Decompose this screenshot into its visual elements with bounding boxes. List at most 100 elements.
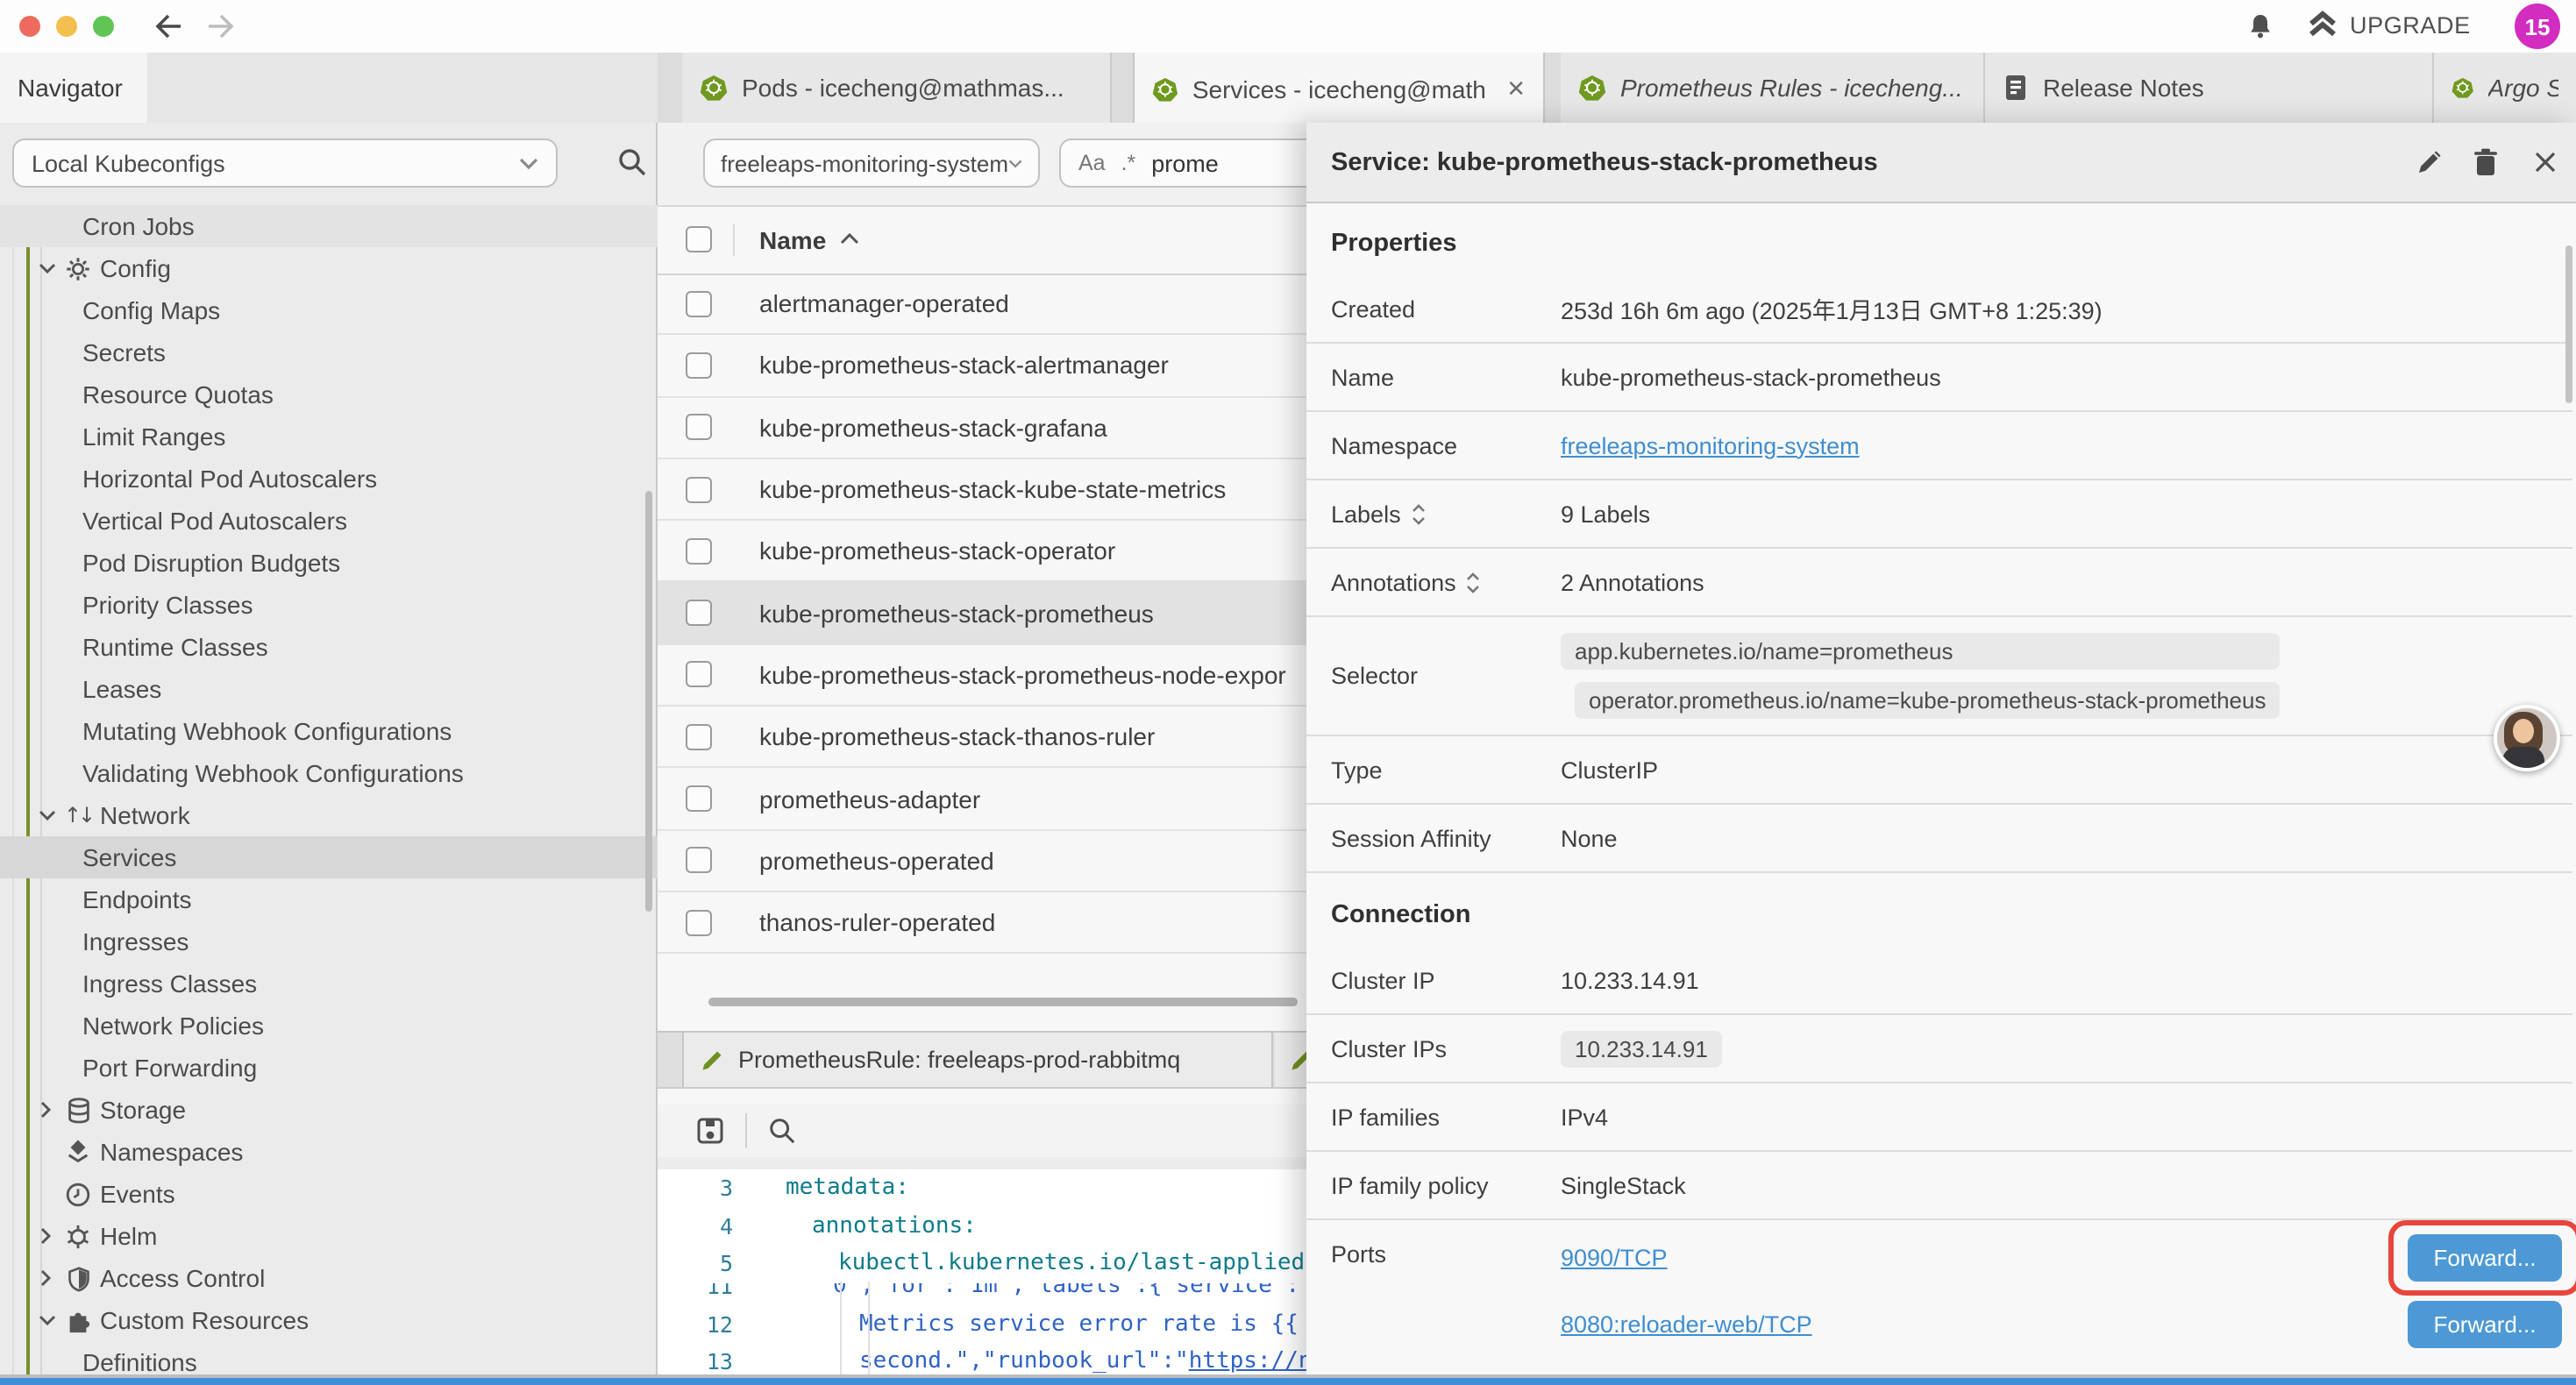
expander-updown-icon[interactable]: [1412, 502, 1426, 525]
row-checkbox[interactable]: [686, 848, 712, 874]
row-checkbox[interactable]: [686, 414, 712, 440]
tab-pods-label: Pods - icecheng@mathmas...: [742, 74, 1064, 102]
search-input-value: prome: [1151, 150, 1219, 176]
edit-pencil-icon[interactable]: [2415, 147, 2444, 177]
zoom-window-button[interactable]: [93, 16, 114, 37]
forward-button[interactable]: Forward...: [2408, 1301, 2562, 1348]
row-checkbox[interactable]: [686, 662, 712, 688]
sidebar-scrollbar[interactable]: [645, 491, 652, 912]
row-checkbox[interactable]: [686, 785, 712, 812]
sidebar-item-endpoints[interactable]: Endpoints: [0, 879, 658, 921]
name-column-header[interactable]: Name: [759, 225, 826, 253]
tab-argo[interactable]: Argo Se: [2434, 53, 2576, 123]
ip-family-policy-value: SingleStack: [1561, 1172, 1686, 1198]
forward-arrow-icon[interactable]: [205, 12, 237, 40]
kubeconfig-selector[interactable]: Local Kubeconfigs: [12, 138, 558, 188]
sidebar-item-access-control[interactable]: Access Control: [0, 1258, 658, 1300]
labels-value[interactable]: 9 Labels: [1561, 501, 1650, 527]
namespace-selector[interactable]: freeleaps-monitoring-system: [703, 138, 1040, 188]
notifications-bell-icon[interactable]: [2246, 12, 2274, 40]
document-icon: [2003, 74, 2029, 102]
sidebar-item-events[interactable]: Events: [0, 1174, 658, 1216]
sort-ascending-icon[interactable]: [840, 233, 859, 245]
tab-navigator[interactable]: Navigator: [0, 53, 147, 123]
upgrade-chevrons-icon: [2308, 11, 2338, 39]
close-icon[interactable]: [2530, 147, 2560, 177]
row-checkbox[interactable]: [686, 352, 712, 379]
sidebar-item-priority-classes[interactable]: Priority Classes: [0, 584, 658, 626]
regex-icon[interactable]: .*: [1121, 151, 1136, 175]
upgrade-button[interactable]: UPGRADE: [2308, 11, 2471, 39]
sidebar-item-secrets[interactable]: Secrets: [0, 331, 658, 373]
match-case-icon[interactable]: Aa: [1078, 151, 1106, 175]
minimize-window-button[interactable]: [56, 16, 77, 37]
tab-strip: Navigator Pods - icecheng@mathmas...: [0, 53, 2576, 124]
save-icon[interactable]: [696, 1117, 724, 1145]
sidebar-item-horizontal-pod-autoscalers[interactable]: Horizontal Pod Autoscalers: [0, 458, 658, 500]
sidebar-item-config-maps[interactable]: Config Maps: [0, 289, 658, 331]
name-label: Name: [1306, 364, 1561, 390]
sidebar-item-custom-resources[interactable]: Custom Resources: [0, 1300, 658, 1342]
sidebar-item-resource-quotas[interactable]: Resource Quotas: [0, 373, 658, 416]
cluster-ips-chip: 10.233.14.91: [1561, 1030, 1722, 1067]
port-link[interactable]: 8080:reloader-web/TCP: [1561, 1311, 1812, 1338]
sidebar-item-ingresses[interactable]: Ingresses: [0, 921, 658, 963]
service-detail-panel: Service: kube-prometheus-stack-prometheu…: [1306, 123, 2576, 1385]
port-link[interactable]: 9090/TCP: [1561, 1245, 1668, 1271]
tab-pods[interactable]: Pods - icecheng@mathmas...: [682, 53, 1112, 123]
close-icon[interactable]: ✕: [1506, 75, 1526, 103]
row-checkbox[interactable]: [686, 600, 712, 626]
chevron-right-icon: [35, 1225, 58, 1248]
tab-prometheus-rules[interactable]: Prometheus Rules - icecheng...: [1561, 53, 1985, 123]
sidebar-item-pod-disruption-budgets[interactable]: Pod Disruption Budgets: [0, 542, 658, 584]
name-value: kube-prometheus-stack-prometheus: [1561, 364, 1941, 390]
forward-button[interactable]: Forward...: [2408, 1234, 2562, 1282]
detail-scrollbar[interactable]: [2565, 245, 2572, 403]
detail-row-namespace: Namespace freeleaps-monitoring-system: [1306, 412, 2572, 480]
notification-count-badge[interactable]: 15: [2515, 4, 2560, 49]
annotations-value[interactable]: 2 Annotations: [1561, 569, 1704, 595]
trash-icon[interactable]: [2471, 147, 2501, 177]
editor-tab-prometheusrule[interactable]: PrometheusRule: freeleaps-prod-rabbitmq: [682, 1033, 1273, 1087]
avatar-body: [2502, 747, 2544, 768]
row-checkbox[interactable]: [686, 909, 712, 935]
sidebar-item-helm[interactable]: Helm: [0, 1216, 658, 1258]
search-icon[interactable]: [617, 147, 647, 177]
tab-release-notes[interactable]: Release Notes: [1985, 53, 2434, 123]
tab-services[interactable]: Services - icecheng@math... ✕: [1133, 53, 1545, 124]
namespace-label: Namespace: [1306, 432, 1561, 458]
horizontal-scrollbar[interactable]: [708, 998, 1298, 1006]
window-titlebar: UPGRADE 15: [0, 0, 2576, 54]
row-checkbox[interactable]: [686, 290, 712, 316]
sidebar-item-mutating-webhook-configurations[interactable]: Mutating Webhook Configurations: [0, 710, 658, 752]
sidebar-item-port-forwarding[interactable]: Port Forwarding: [0, 1048, 658, 1090]
row-checkbox[interactable]: [686, 723, 712, 749]
search-icon[interactable]: [768, 1117, 796, 1145]
close-window-button[interactable]: [19, 16, 40, 37]
line-number: 3: [658, 1175, 733, 1202]
sidebar-item-namespaces[interactable]: Namespaces: [0, 1132, 658, 1174]
sidebar-item-ingress-classes[interactable]: Ingress Classes: [0, 963, 658, 1005]
back-arrow-icon[interactable]: [153, 12, 184, 40]
pencil-icon: [700, 1048, 724, 1072]
sidebar-item-storage[interactable]: Storage: [0, 1090, 658, 1132]
select-all-checkbox[interactable]: [686, 226, 712, 252]
namespace-link[interactable]: freeleaps-monitoring-system: [1561, 432, 1860, 458]
sidebar-item-limit-ranges[interactable]: Limit Ranges: [0, 416, 658, 458]
sidebar-item-leases[interactable]: Leases: [0, 668, 658, 710]
sidebar-item-services[interactable]: Services: [0, 836, 658, 878]
sidebar-item-network[interactable]: ↑↓ Network: [0, 794, 658, 836]
sidebar-item-config[interactable]: Config: [0, 247, 658, 289]
assistant-avatar[interactable]: [2494, 705, 2560, 771]
sidebar-item-vertical-pod-autoscalers[interactable]: Vertical Pod Autoscalers: [0, 500, 658, 542]
service-name: prometheus-operated: [759, 847, 994, 875]
line-text: kubectl.kubernetes.io/last-applied-co: [838, 1251, 1346, 1277]
cluster-ip-label: Cluster IP: [1306, 967, 1561, 993]
sidebar-item-network-policies[interactable]: Network Policies: [0, 1005, 658, 1048]
row-checkbox[interactable]: [686, 538, 712, 565]
row-checkbox[interactable]: [686, 476, 712, 502]
expander-updown-icon[interactable]: [1467, 571, 1481, 593]
sidebar-item-validating-webhook-configurations[interactable]: Validating Webhook Configurations: [0, 752, 658, 794]
sidebar-item-cron-jobs[interactable]: Cron Jobs: [0, 205, 658, 247]
sidebar-item-runtime-classes[interactable]: Runtime Classes: [0, 626, 658, 668]
